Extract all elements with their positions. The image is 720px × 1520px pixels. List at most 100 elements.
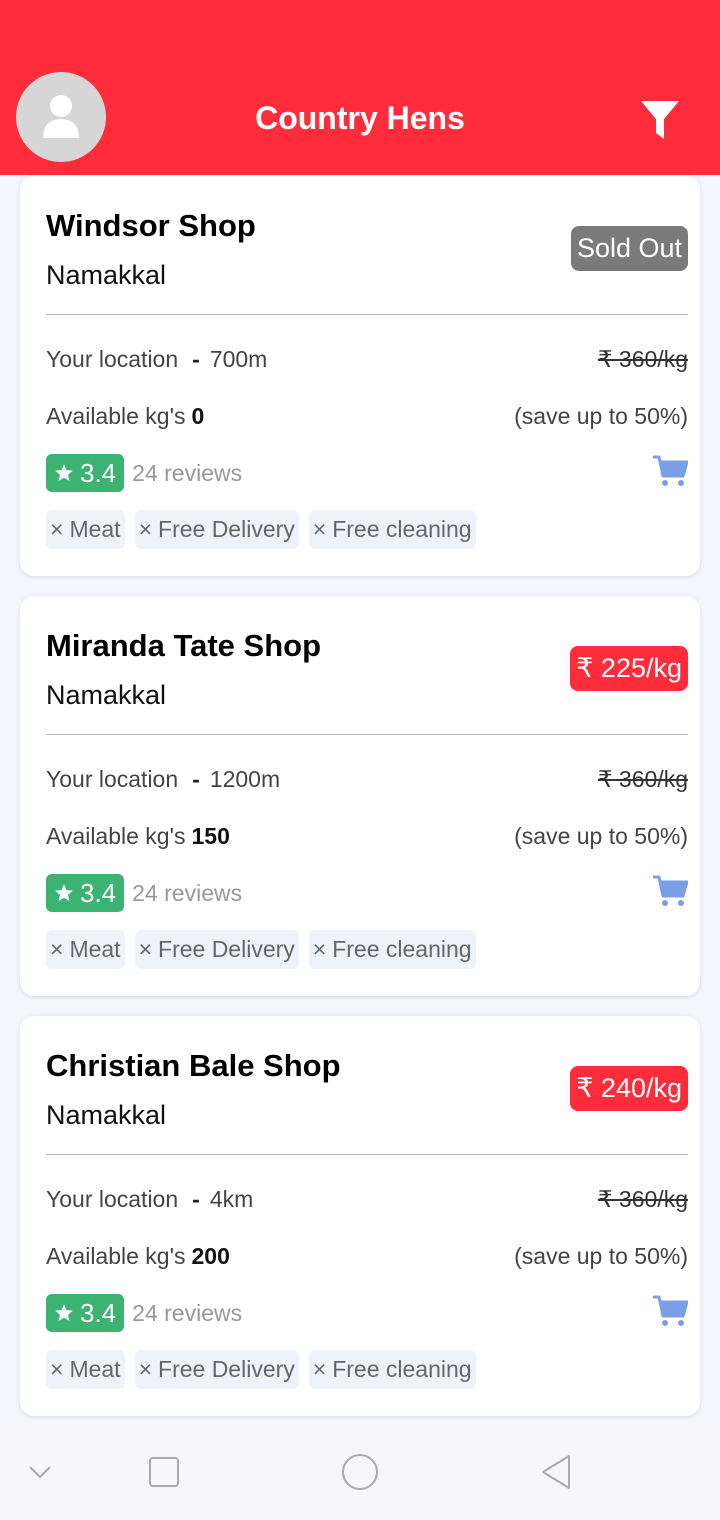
availability-info: Available kg's 200	[46, 1243, 230, 1270]
feature-tags: × Meat × Free Delivery × Free cleaning	[46, 930, 476, 969]
tag-prefix: ×	[312, 516, 327, 542]
feature-tag: × Free Delivery	[134, 1350, 299, 1389]
save-text: (save up to 50%)	[514, 403, 688, 429]
shop-city: Namakkal	[46, 1100, 167, 1130]
shop-name: Miranda Tate Shop	[46, 628, 322, 663]
location-info: Your location -1200m	[46, 766, 280, 793]
square-icon	[149, 1457, 179, 1487]
divider	[46, 1154, 688, 1155]
shop-card[interactable]: Christian Bale Shop Namakkal ₹ 240/kg Yo…	[20, 1016, 700, 1416]
divider	[46, 314, 688, 315]
reviews-count[interactable]: 24 reviews	[132, 1300, 242, 1327]
rating-row: 3.4 24 reviews	[46, 874, 689, 913]
location-separator: -	[192, 766, 200, 792]
tag-label: Meat	[69, 516, 121, 542]
feature-tag: × Meat	[46, 1350, 125, 1389]
star-icon	[55, 464, 73, 481]
tag-label: Meat	[69, 1356, 121, 1382]
location-separator: -	[192, 1186, 200, 1212]
available-label: Available kg's	[46, 823, 186, 849]
availability-row: Available kg's 0 (save up to 50%)	[46, 403, 688, 430]
add-to-cart-button[interactable]	[652, 454, 689, 493]
original-price: ₹ 360/kg	[597, 346, 688, 372]
tag-label: Free Delivery	[158, 1356, 295, 1382]
tag-label: Free Delivery	[158, 936, 295, 962]
price-badge: ₹ 240/kg	[570, 1066, 688, 1111]
tag-label: Free Delivery	[158, 516, 295, 542]
save-text: (save up to 50%)	[514, 1243, 688, 1269]
app-bar: Country Hens	[0, 0, 720, 175]
feature-tag: × Free Delivery	[134, 510, 299, 549]
divider	[46, 734, 688, 735]
tag-prefix: ×	[50, 516, 64, 542]
tag-prefix: ×	[138, 936, 153, 962]
distance: 1200m	[209, 766, 281, 792]
location-label: Your location	[46, 1186, 179, 1212]
rating-row: 3.4 24 reviews	[46, 454, 689, 493]
feature-tags: × Meat × Free Delivery × Free cleaning	[46, 510, 476, 549]
tag-label: Free cleaning	[332, 1356, 472, 1382]
tag-prefix: ×	[50, 1356, 64, 1382]
location-separator: -	[192, 346, 200, 372]
rating-badge: 3.4	[46, 1294, 125, 1332]
nav-back-button[interactable]	[536, 1452, 576, 1492]
location-row: Your location -700m ₹ 360/kg	[46, 346, 688, 373]
star-icon	[55, 884, 73, 901]
shop-name: Windsor Shop	[46, 208, 256, 243]
shop-city: Namakkal	[46, 260, 167, 290]
feature-tag: × Free cleaning	[308, 510, 476, 549]
circle-icon	[342, 1454, 378, 1490]
rating-value: 3.4	[80, 1297, 117, 1328]
shop-name: Christian Bale Shop	[46, 1048, 341, 1083]
rating-value: 3.4	[80, 457, 117, 488]
tag-prefix: ×	[312, 1356, 327, 1382]
tag-prefix: ×	[138, 516, 153, 542]
star-icon	[55, 1304, 73, 1321]
rating-badge: 3.4	[46, 874, 125, 912]
rating-row: 3.4 24 reviews	[46, 1294, 689, 1333]
reviews-count[interactable]: 24 reviews	[132, 460, 242, 487]
add-to-cart-button[interactable]	[652, 874, 689, 913]
tag-prefix: ×	[138, 1356, 153, 1382]
nav-home-button[interactable]	[340, 1452, 380, 1492]
available-kgs: 200	[191, 1243, 230, 1269]
back-triangle-icon	[542, 1455, 570, 1489]
save-text: (save up to 50%)	[514, 823, 688, 849]
original-price: ₹ 360/kg	[597, 766, 688, 792]
shop-card[interactable]: Miranda Tate Shop Namakkal ₹ 225/kg Your…	[20, 596, 700, 996]
location-label: Your location	[46, 766, 179, 792]
reviews-count[interactable]: 24 reviews	[132, 880, 242, 907]
tag-label: Free cleaning	[332, 936, 472, 962]
filter-button[interactable]	[638, 98, 682, 142]
available-kgs: 150	[191, 823, 230, 849]
feature-tag: × Free cleaning	[308, 930, 476, 969]
tag-label: Free cleaning	[332, 516, 472, 542]
page-title: Country Hens	[255, 100, 465, 136]
cart-icon	[653, 875, 689, 906]
location-row: Your location -1200m ₹ 360/kg	[46, 766, 688, 793]
available-label: Available kg's	[46, 1243, 186, 1269]
availability-info: Available kg's 150	[46, 823, 230, 850]
nav-collapse-button[interactable]	[20, 1452, 60, 1492]
shop-card[interactable]: Windsor Shop Namakkal Sold Out Your loca…	[20, 176, 700, 576]
location-label: Your location	[46, 346, 179, 372]
feature-tag: × Meat	[46, 510, 125, 549]
filter-icon	[641, 101, 679, 139]
rating-badge: 3.4	[46, 454, 125, 492]
shop-city: Namakkal	[46, 680, 167, 710]
rating-value: 3.4	[80, 877, 117, 908]
feature-tag: × Meat	[46, 930, 125, 969]
distance: 4km	[209, 1186, 254, 1212]
sold-out-badge: Sold Out	[570, 226, 688, 271]
availability-info: Available kg's 0	[46, 403, 204, 430]
availability-row: Available kg's 200 (save up to 50%)	[46, 1243, 688, 1270]
nav-recents-button[interactable]	[144, 1452, 184, 1492]
location-row: Your location -4km ₹ 360/kg	[46, 1186, 688, 1213]
add-to-cart-button[interactable]	[652, 1294, 689, 1333]
price-badge: ₹ 225/kg	[570, 646, 688, 691]
availability-row: Available kg's 150 (save up to 50%)	[46, 823, 688, 850]
tag-prefix: ×	[50, 936, 64, 962]
feature-tag: × Free cleaning	[308, 1350, 476, 1389]
location-info: Your location -700m	[46, 346, 267, 373]
available-kgs: 0	[191, 403, 205, 429]
